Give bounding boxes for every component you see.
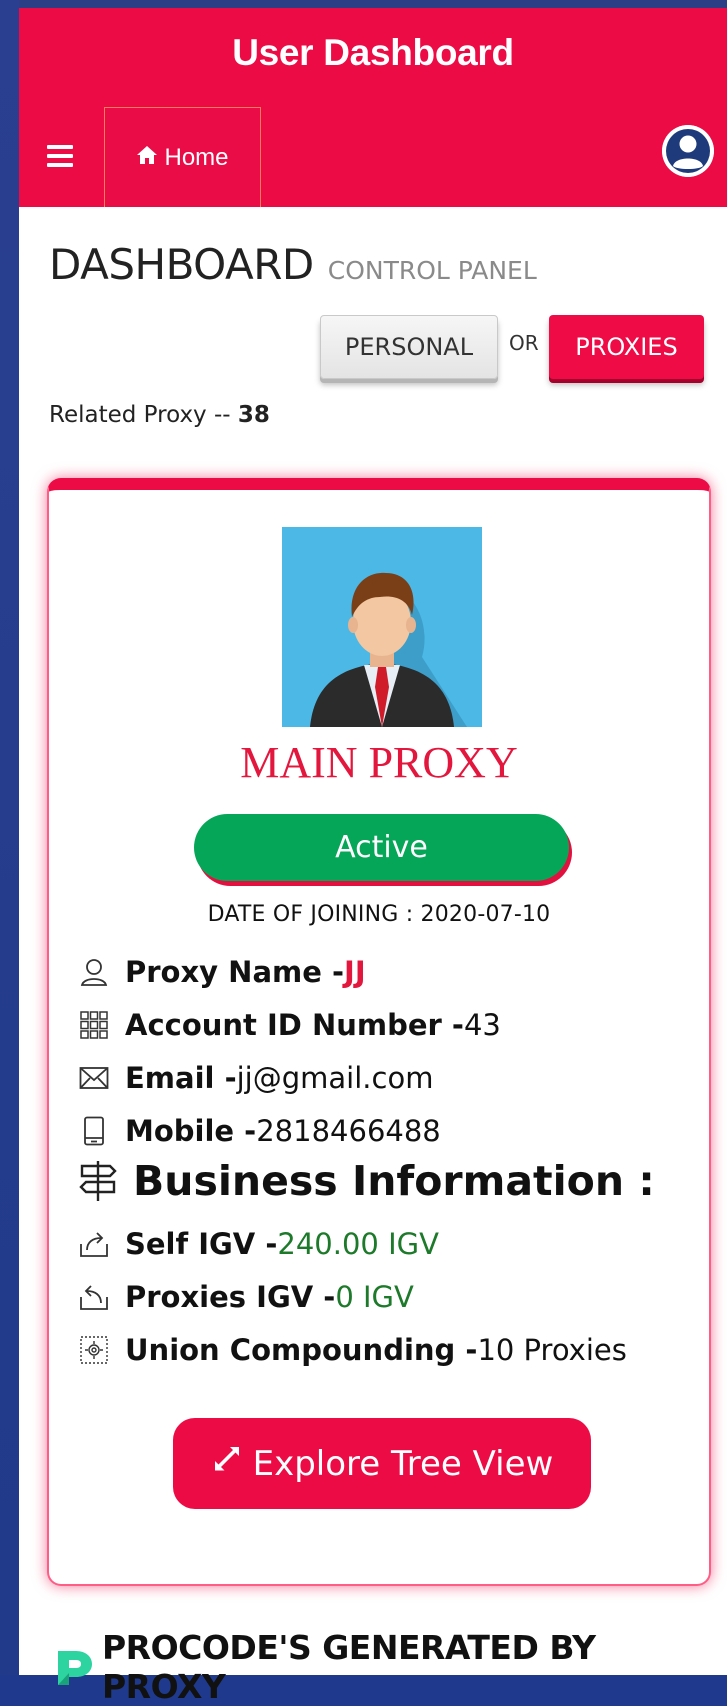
account-id-row: Account ID Number - 43 (77, 1008, 501, 1042)
mobile-phone-icon (77, 1116, 111, 1146)
home-icon (136, 145, 158, 171)
personal-button[interactable]: PERSONAL (320, 315, 498, 379)
union-compounding-row: Union Compounding - 10 Proxies (77, 1333, 627, 1367)
share-icon (77, 1229, 111, 1259)
settings-icon (77, 1335, 111, 1365)
left-edge-strip (0, 0, 19, 1675)
grid-icon (77, 1010, 111, 1040)
nav-home-label: Home (164, 143, 229, 171)
hamburger-icon[interactable] (47, 145, 73, 167)
proxy-name-row: Proxy Name - JJ (77, 955, 366, 989)
reply-icon (77, 1282, 111, 1312)
status-strip (0, 0, 727, 8)
mobile-row: Mobile - 2818466488 (77, 1114, 441, 1148)
nav-home-link[interactable]: Home (104, 107, 261, 207)
top-navbar: User Dashboard Home (19, 8, 727, 207)
card-title: MAIN PROXY (240, 738, 518, 787)
screen-frame: User Dashboard Home DASHBOARD CONTROL PA… (0, 0, 727, 1706)
proxies-button[interactable]: PROXIES (549, 315, 704, 379)
user-outline-icon (77, 957, 111, 987)
related-proxy-count: Related Proxy -- 38 (49, 402, 270, 428)
user-avatar-icon[interactable] (662, 125, 714, 177)
signpost-icon (77, 1159, 119, 1203)
date-of-joining: DATE OF JOINING : 2020-07-10 (207, 902, 551, 927)
main-proxy-card: MAIN PROXY Active DATE OF JOINING : 2020… (47, 478, 711, 1586)
proxy-avatar-image (282, 527, 482, 727)
envelope-icon (77, 1063, 111, 1093)
explore-tree-view-button[interactable]: Explore Tree View (173, 1418, 591, 1509)
self-igv-row: Self IGV - 240.00 IGV (77, 1227, 439, 1261)
app-container: User Dashboard Home DASHBOARD CONTROL PA… (19, 8, 727, 1706)
footer-brand: PROCODE'S GENERATED BY PROXY (54, 1628, 727, 1706)
app-title: User Dashboard (232, 32, 514, 73)
status-badge: Active (194, 814, 569, 881)
page-subtitle: CONTROL PANEL (327, 256, 537, 285)
page-title: DASHBOARD CONTROL PANEL (49, 240, 537, 289)
expand-arrows-icon (211, 1443, 243, 1484)
proxies-igv-row: Proxies IGV - 0 IGV (77, 1280, 414, 1314)
procode-logo-icon (54, 1647, 94, 1687)
business-information-heading: Business Information : (77, 1157, 655, 1205)
or-label: OR (509, 331, 539, 355)
email-row: Email - jj@gmail.com (77, 1061, 433, 1095)
